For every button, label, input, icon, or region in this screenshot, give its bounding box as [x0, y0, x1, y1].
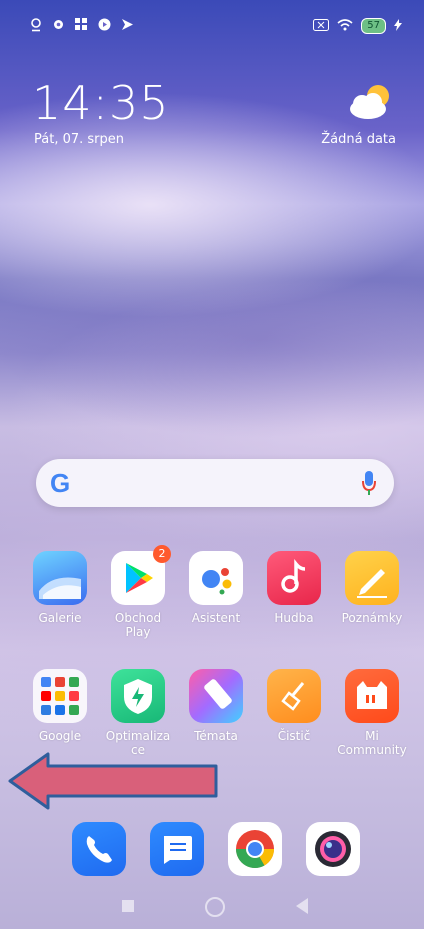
sim-x-icon [313, 18, 330, 34]
recents-button[interactable] [122, 900, 134, 912]
app-label: Témata [194, 729, 238, 743]
app-label: Čistič [277, 729, 311, 743]
weather-status[interactable]: Žádná data [321, 132, 396, 147]
google-logo-icon: G [50, 468, 71, 498]
app-cistic[interactable]: Čistič [259, 669, 329, 743]
app-asistent[interactable]: Asistent [181, 551, 251, 625]
clock-time[interactable]: 14:35 [32, 76, 170, 130]
flag-icon [121, 18, 134, 36]
camera-icon[interactable] [306, 822, 360, 876]
navigation-bar [0, 896, 424, 920]
app-google-folder[interactable]: Google [25, 669, 95, 743]
app-galerie[interactable]: Galerie [25, 551, 95, 625]
microphone-icon[interactable] [362, 471, 376, 495]
app-label: Obchod Play [114, 611, 162, 639]
gallery-icon [33, 551, 87, 605]
themes-icon [189, 669, 243, 723]
app-obchod-play[interactable]: 2 Obchod Play [103, 545, 173, 639]
notification-badge: 2 [153, 545, 171, 563]
wifi-icon [337, 18, 353, 34]
music-icon [267, 551, 321, 605]
app-poznamky[interactable]: Poznámky [337, 551, 407, 625]
home-button[interactable] [205, 897, 225, 917]
notes-icon [345, 551, 399, 605]
weather-icon[interactable] [346, 82, 394, 122]
play-store-icon: 2 [111, 545, 171, 605]
chrome-icon[interactable] [228, 822, 282, 876]
cleaner-broom-icon [267, 669, 321, 723]
security-shield-icon [111, 669, 165, 723]
app-label: Galerie [38, 611, 82, 625]
google-search-bar[interactable]: G [36, 459, 394, 507]
clock-date[interactable]: Pát, 07. srpen [34, 132, 124, 147]
app-mi-community[interactable]: Mi Community [337, 669, 407, 757]
phone-icon[interactable] [72, 822, 126, 876]
app-label: Hudba [274, 611, 314, 625]
location-icon [30, 18, 42, 36]
app-label: Google [38, 729, 82, 743]
left-arrow-annotation [8, 752, 218, 810]
charging-icon [394, 18, 402, 34]
app-temata[interactable]: Témata [181, 669, 251, 743]
status-bar: 57 [0, 18, 424, 42]
battery-indicator: 57 [361, 18, 386, 34]
play-icon [98, 18, 111, 36]
app-label: Asistent [191, 611, 241, 625]
assistant-icon [189, 551, 243, 605]
back-button[interactable] [296, 898, 308, 914]
google-folder-icon [33, 669, 87, 723]
app-hudba[interactable]: Hudba [259, 551, 329, 625]
app-optimalizace[interactable]: Optimalizace [103, 669, 173, 757]
mi-community-icon [345, 669, 399, 723]
home-screen: 57 14:35 Pát, 07. srpen Žádná data G Gal… [0, 0, 424, 929]
apps-grid-icon [75, 18, 88, 36]
settings-gear-icon [52, 18, 65, 36]
app-label: Poznámky [341, 611, 403, 625]
app-label: Mi Community [337, 729, 407, 757]
messages-icon[interactable] [150, 822, 204, 876]
